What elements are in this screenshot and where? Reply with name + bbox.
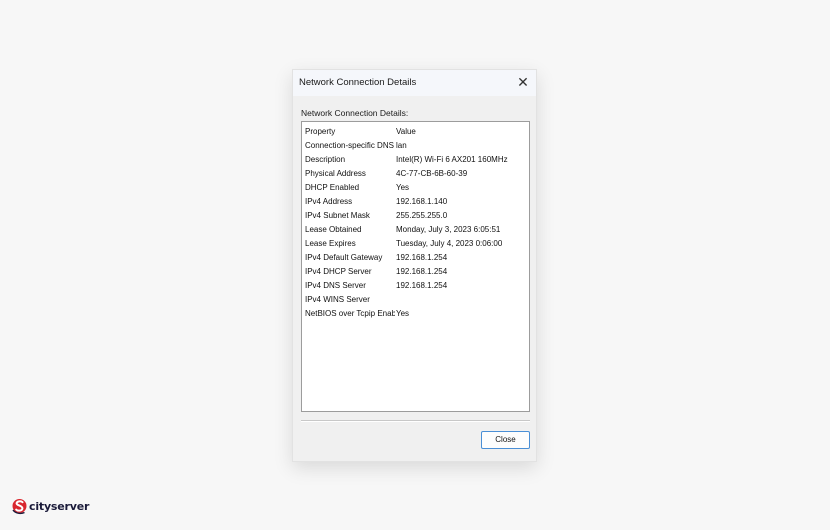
- cityserver-logo-icon: [12, 499, 27, 515]
- column-header-property[interactable]: Property: [305, 125, 395, 138]
- title-bar: Network Connection Details ✕: [293, 70, 536, 96]
- window-title: Network Connection Details: [299, 77, 417, 88]
- details-list-view[interactable]: Property Value Connection-specific DNS .…: [301, 121, 530, 412]
- value-cell: Tuesday, July 4, 2023 0:06:00: [396, 239, 503, 248]
- property-cell: IPv4 Address: [305, 197, 353, 206]
- value-cell: 192.168.1.254: [396, 253, 448, 262]
- property-cell: IPv4 Default Gateway: [305, 253, 383, 262]
- divider: [301, 420, 530, 422]
- close-button[interactable]: Close: [481, 431, 530, 449]
- property-cell: IPv4 WINS Server: [305, 295, 370, 304]
- property-cell: IPv4 Subnet Mask: [305, 211, 370, 220]
- close-icon[interactable]: ✕: [514, 73, 532, 91]
- column-header-value[interactable]: Value: [396, 125, 526, 138]
- value-cell: 192.168.1.254: [396, 281, 448, 290]
- property-cell: Description: [305, 155, 346, 164]
- property-cell: IPv4 DHCP Server: [305, 267, 372, 276]
- property-cell: Physical Address: [305, 169, 366, 178]
- brand-watermark: cityserver: [12, 496, 89, 516]
- property-cell: NetBIOS over Tcpip Enab...: [305, 309, 395, 318]
- network-connection-details-dialog: Network Connection Details ✕ Network Con…: [292, 69, 537, 462]
- value-cell: lan: [396, 141, 407, 150]
- section-label: Network Connection Details:: [301, 108, 409, 118]
- property-cell: Lease Expires: [305, 239, 356, 248]
- value-cell: Yes: [396, 183, 410, 192]
- value-cell: 192.168.1.140: [396, 197, 448, 206]
- value-cell: Yes: [396, 309, 410, 318]
- property-cell: Connection-specific DNS ...: [305, 141, 395, 150]
- property-cell: Lease Obtained: [305, 225, 362, 234]
- value-cell: 192.168.1.254: [396, 267, 448, 276]
- value-cell: Intel(R) Wi-Fi 6 AX201 160MHz: [396, 155, 508, 164]
- value-cell: Monday, July 3, 2023 6:05:51: [396, 225, 501, 234]
- property-cell: DHCP Enabled: [305, 183, 360, 192]
- value-cell: 255.255.255.0: [396, 211, 448, 220]
- value-cell: 4C-77-CB-6B-60-39: [396, 169, 468, 178]
- property-cell: IPv4 DNS Server: [305, 281, 366, 290]
- brand-name: cityserver: [29, 499, 90, 513]
